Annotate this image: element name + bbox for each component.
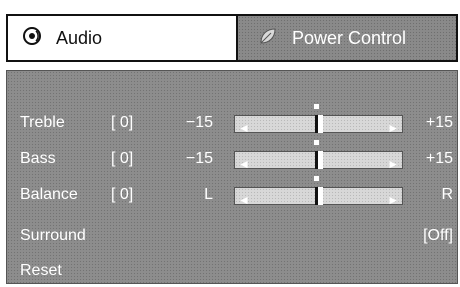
- treble-slider[interactable]: ◄ ►: [234, 104, 403, 135]
- audio-settings-panel: Treble [ 0] −15 ◄ ► +15 Bass [ 0] −15 ◄ …: [6, 70, 458, 284]
- treble-row[interactable]: Treble [ 0] −15 ◄ ► +15: [7, 104, 457, 139]
- bass-slider[interactable]: ◄ ►: [234, 140, 403, 171]
- treble-slider-thumb[interactable]: [315, 115, 323, 133]
- bass-slider-thumb[interactable]: [315, 151, 323, 169]
- leaf-icon: [258, 26, 278, 51]
- speaker-icon: [22, 26, 42, 51]
- reset-label: Reset: [20, 262, 62, 279]
- bass-max-label: +15: [425, 150, 453, 167]
- tab-power-control[interactable]: Power Control: [238, 16, 456, 60]
- treble-min-label: −15: [185, 114, 213, 131]
- balance-value: [ 0]: [111, 186, 134, 203]
- balance-slider[interactable]: ◄ ►: [234, 176, 403, 207]
- treble-value: [ 0]: [111, 114, 134, 131]
- balance-label: Balance: [20, 186, 78, 203]
- balance-row[interactable]: Balance [ 0] L ◄ ► R: [7, 176, 457, 211]
- balance-slider-thumb[interactable]: [315, 187, 323, 205]
- menu-tab-bar: Audio Power Control: [6, 14, 458, 62]
- surround-row[interactable]: Surround [Off]: [7, 222, 457, 252]
- bass-row[interactable]: Bass [ 0] −15 ◄ ► +15: [7, 140, 457, 175]
- treble-label: Treble: [20, 114, 65, 131]
- bass-left-arrow-icon[interactable]: ◄: [238, 157, 250, 171]
- treble-left-arrow-icon[interactable]: ◄: [238, 121, 250, 135]
- balance-min-label: L: [204, 186, 213, 203]
- balance-center-marker: [314, 176, 319, 181]
- bass-value: [ 0]: [111, 150, 134, 167]
- bass-right-arrow-icon[interactable]: ►: [387, 157, 399, 171]
- balance-max-label: R: [441, 186, 453, 203]
- surround-value: [Off]: [423, 227, 453, 244]
- reset-row[interactable]: Reset: [7, 257, 457, 287]
- treble-right-arrow-icon[interactable]: ►: [387, 121, 399, 135]
- balance-left-arrow-icon[interactable]: ◄: [238, 193, 250, 207]
- tab-power-control-label: Power Control: [292, 27, 407, 48]
- tab-audio-label: Audio: [56, 27, 103, 48]
- treble-center-marker: [314, 104, 319, 109]
- surround-label: Surround: [20, 227, 86, 244]
- bass-label: Bass: [20, 150, 56, 167]
- treble-max-label: +15: [425, 114, 453, 131]
- balance-right-arrow-icon[interactable]: ►: [387, 193, 399, 207]
- bass-min-label: −15: [185, 150, 213, 167]
- tab-audio[interactable]: Audio: [8, 16, 238, 60]
- bass-center-marker: [314, 140, 319, 145]
